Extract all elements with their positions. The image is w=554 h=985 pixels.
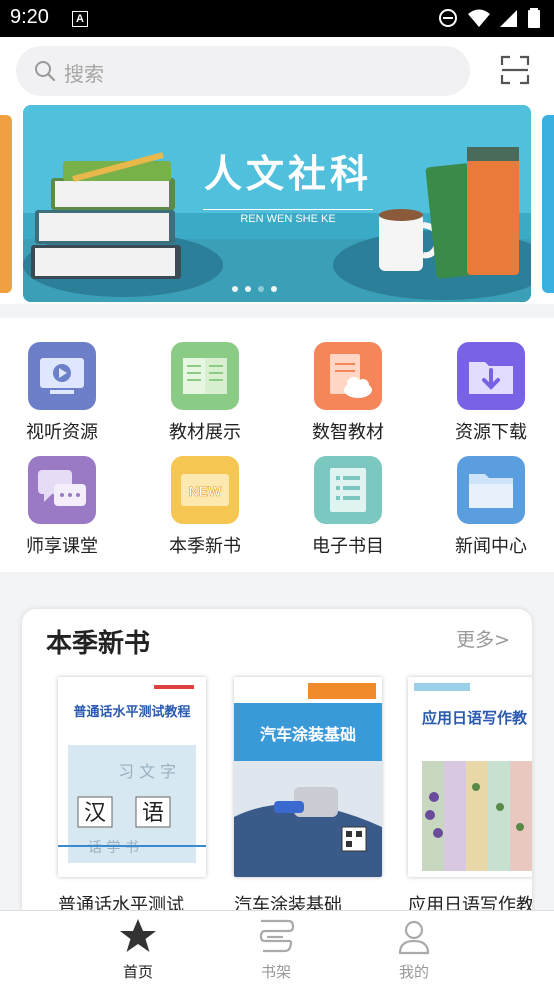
- notification-a-icon: A: [72, 11, 88, 27]
- search-area: 搜索: [0, 37, 554, 107]
- grid-item-label: 数智教材: [312, 422, 384, 443]
- svg-text:话 学 书: 话 学 书: [88, 840, 139, 856]
- tab-label: 首页: [122, 963, 153, 981]
- svg-text:习 文 字: 习 文 字: [118, 762, 176, 781]
- grid-item-video[interactable]: 视听资源: [2, 342, 122, 444]
- grid-item-textbook[interactable]: 教材展示: [145, 342, 265, 444]
- banner-illustration: [23, 105, 531, 302]
- banner-carousel[interactable]: 人文社科 REN WEN SHE KE: [0, 100, 554, 304]
- search-icon: [35, 61, 56, 82]
- search-input[interactable]: 搜索: [16, 46, 470, 96]
- open-book-icon: [171, 342, 239, 410]
- svg-text:NEW: NEW: [189, 483, 222, 499]
- wifi-icon: [468, 9, 490, 27]
- battery-icon: [528, 8, 540, 28]
- folder-icon: [457, 456, 525, 524]
- grid-item-label: 电子书目: [312, 536, 384, 557]
- grid-item-label: 教材展示: [169, 422, 241, 443]
- grid-item-download[interactable]: 资源下载: [431, 342, 551, 444]
- book-card[interactable]: 汽车涂装基础 汽车涂装基础: [234, 677, 384, 917]
- cloud-doc-icon: [314, 342, 382, 410]
- new-books-section: 本季新书 更多> 汉 语 习 文 字 话 学 书 普通话水平测试教程 普通话水平…: [22, 609, 532, 949]
- banner-subtitle: REN WEN SHE KE: [203, 209, 373, 225]
- svg-text:语: 语: [142, 801, 164, 826]
- download-folder-icon: [457, 342, 525, 410]
- star-icon: [120, 919, 156, 952]
- user-icon: [398, 920, 430, 955]
- grid-item-label: 本季新书: [169, 536, 241, 557]
- bookshelf-icon: [259, 919, 295, 953]
- grid-item-news[interactable]: 新闻中心: [431, 456, 551, 558]
- tab-profile[interactable]: 我的: [364, 917, 464, 982]
- book-card[interactable]: 应用日语写作教 应用日语写作教: [408, 677, 532, 917]
- book-cover: 汽车涂装基础: [234, 677, 382, 877]
- scan-icon[interactable]: [500, 55, 530, 85]
- chat-icon: [28, 456, 96, 524]
- more-link[interactable]: 更多>: [456, 625, 510, 652]
- banner-slide[interactable]: 人文社科 REN WEN SHE KE: [23, 105, 531, 302]
- banner-peek-right: [542, 115, 554, 293]
- tab-label: 我的: [398, 963, 429, 981]
- signal-icon: [500, 10, 517, 27]
- book-card[interactable]: 汉 语 习 文 字 话 学 书 普通话水平测试教程 普通话水平测试: [58, 677, 208, 917]
- book-cover: 应用日语写作教: [408, 677, 532, 877]
- banner-dot: [232, 286, 238, 292]
- grid-item-classroom[interactable]: 师享课堂: [2, 456, 122, 558]
- section-title: 本季新书: [46, 629, 151, 659]
- banner-dot: [245, 286, 251, 292]
- book-cover-title: 汽车涂装基础: [259, 725, 356, 744]
- grid-item-label: 资源下载: [455, 422, 527, 443]
- dnd-icon: [439, 9, 457, 27]
- banner-peek-left: [0, 115, 12, 293]
- grid-item-new-books[interactable]: NEW 本季新书: [145, 456, 265, 558]
- grid-item-label: 新闻中心: [455, 536, 527, 557]
- book-cover-title: 应用日语写作教: [422, 709, 528, 727]
- status-bar: 9:20 A: [0, 0, 554, 37]
- list-icon: [314, 456, 382, 524]
- svg-text:汉: 汉: [84, 801, 106, 826]
- banner-title: 人文社科: [203, 151, 372, 196]
- tab-home[interactable]: 首页: [88, 917, 188, 982]
- status-time: 9:20: [10, 6, 49, 28]
- book-cover-title: 普通话水平测试教程: [73, 705, 191, 720]
- video-icon: [28, 342, 96, 410]
- grid-item-label: 视听资源: [26, 422, 98, 443]
- book-cover: 汉 语 习 文 字 话 学 书 普通话水平测试教程: [58, 677, 206, 877]
- grid-item-digital-textbook[interactable]: 数智教材: [288, 342, 408, 444]
- grid-item-ebook-list[interactable]: 电子书目: [288, 456, 408, 558]
- search-placeholder: 搜索: [64, 62, 104, 86]
- bottom-tab-bar: 首页 书架 我的: [0, 910, 554, 985]
- grid-item-label: 师享课堂: [26, 536, 98, 557]
- feature-grid: 视听资源 教材展示 数智教材 资源下载 师享课堂 NEW 本季新书 电子书目 新…: [0, 318, 554, 572]
- banner-dot: [258, 286, 264, 292]
- tab-bookshelf[interactable]: 书架: [226, 917, 326, 982]
- new-badge-icon: NEW: [171, 456, 239, 524]
- banner-dots: [232, 286, 277, 292]
- banner-dot: [271, 286, 277, 292]
- tab-label: 书架: [260, 963, 291, 981]
